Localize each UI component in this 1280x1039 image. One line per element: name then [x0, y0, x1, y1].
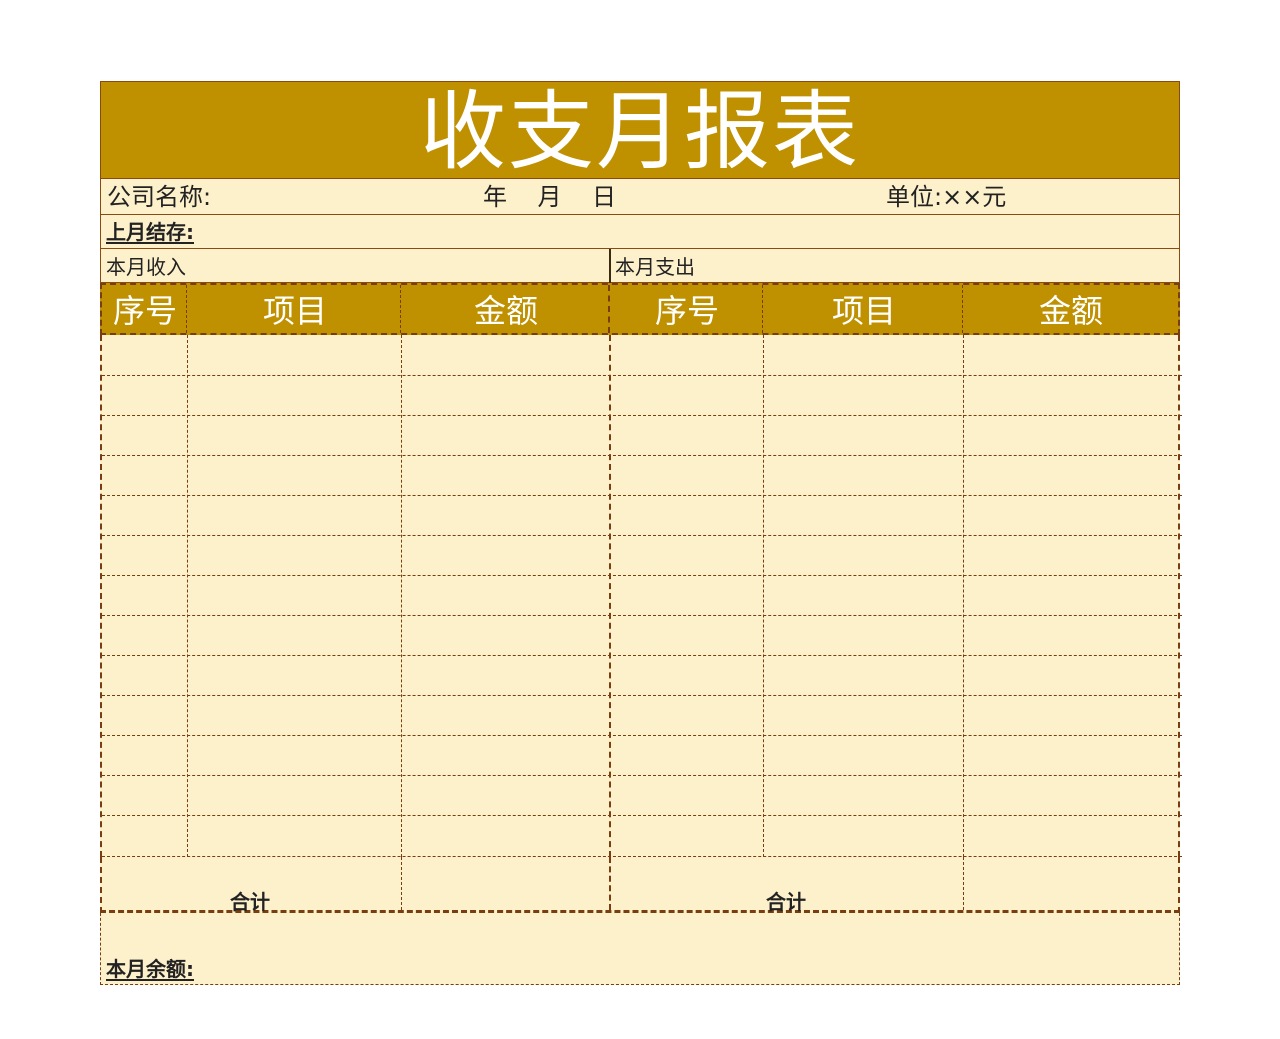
income-total-label: 合计 [230, 890, 270, 914]
section-labels-row: 本月收入 本月支出 [100, 249, 1180, 283]
column-line [963, 857, 964, 910]
header-income-index[interactable]: 序号 [102, 285, 188, 333]
row-line [102, 415, 1182, 416]
column-line [609, 335, 611, 857]
column-line [187, 335, 188, 857]
column-line [401, 335, 402, 857]
balance-row[interactable]: 本月余额: [100, 913, 1180, 985]
report-title: 收支月报表 [420, 82, 860, 182]
row-line [102, 535, 1182, 536]
row-line [102, 615, 1182, 616]
row-line [102, 815, 1182, 816]
carry-over-label[interactable]: 上月结存: [106, 222, 194, 242]
header-divider [608, 285, 610, 333]
column-line [609, 857, 611, 910]
title-band: 收支月报表 [100, 81, 1180, 179]
date-label[interactable]: 年 月 日 [483, 185, 616, 209]
header-expense-index[interactable]: 序号 [610, 285, 764, 333]
income-section-label[interactable]: 本月收入 [106, 257, 186, 277]
expense-section-label[interactable]: 本月支出 [615, 257, 695, 277]
header-divider [186, 285, 187, 333]
header-income-amount[interactable]: 金额 [402, 285, 610, 333]
monthly-report-sheet: 收支月报表 公司名称: 年 月 日 单位:××元 上月结存: 本月收入 本月支出… [100, 81, 1182, 985]
table-header-row: 序号 项目 金额 序号 项目 金额 [100, 283, 1180, 335]
header-divider [962, 285, 963, 333]
header-expense-item[interactable]: 项目 [764, 285, 964, 333]
section-divider [609, 249, 611, 283]
column-line [401, 857, 402, 910]
row-line [102, 695, 1182, 696]
header-expense-amount[interactable]: 金额 [964, 285, 1178, 333]
header-income-item[interactable]: 项目 [188, 285, 402, 333]
balance-label: 本月余额: [106, 957, 194, 981]
entry-grid[interactable] [100, 335, 1182, 857]
row-line [102, 775, 1182, 776]
header-divider [762, 285, 763, 333]
column-line [963, 335, 964, 857]
company-name-label[interactable]: 公司名称: [107, 185, 211, 209]
row-line [102, 375, 1182, 376]
carry-over-row: 上月结存: [100, 215, 1180, 249]
expense-total-label: 合计 [766, 890, 806, 914]
column-line [763, 335, 764, 857]
row-line [102, 495, 1182, 496]
unit-label[interactable]: 单位:××元 [886, 185, 1006, 209]
row-line [102, 455, 1182, 456]
totals-row: 合计 合计 [100, 857, 1180, 914]
company-info-row: 公司名称: 年 月 日 单位:××元 [100, 179, 1180, 215]
header-divider [400, 285, 401, 333]
row-line [102, 735, 1182, 736]
row-line [102, 655, 1182, 656]
row-line [102, 575, 1182, 576]
